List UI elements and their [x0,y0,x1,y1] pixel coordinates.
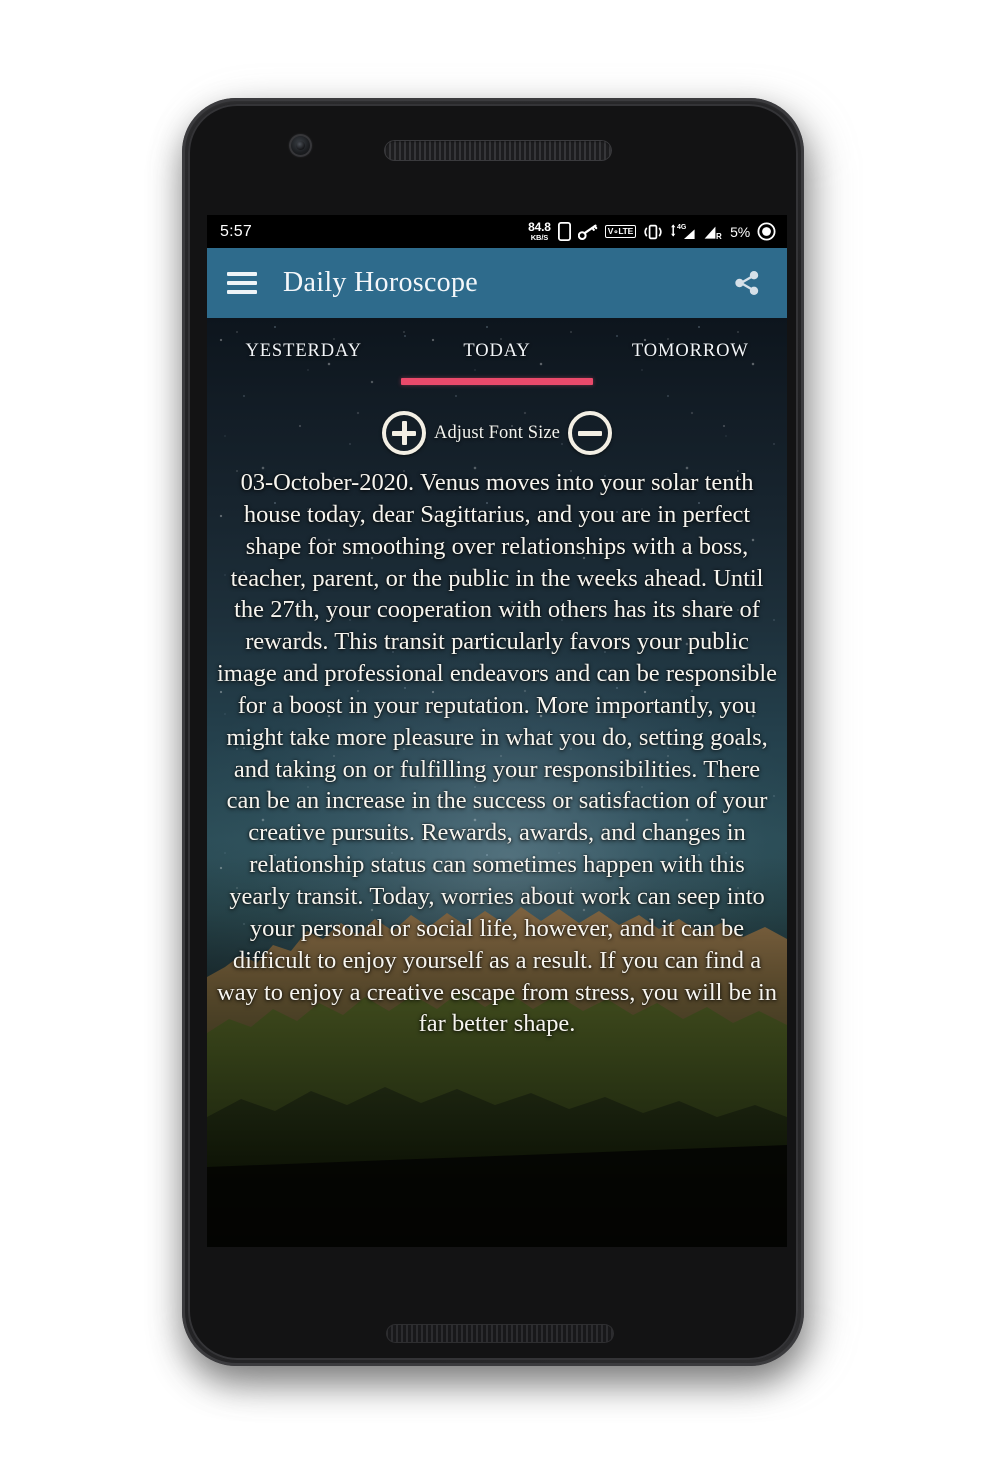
tab-today[interactable]: TODAY [400,318,593,388]
battery-icon [757,222,776,241]
page-title: Daily Horoscope [283,267,479,298]
tab-tomorrow[interactable]: TOMORROW [594,318,787,388]
tab-bar: YESTERDAY TODAY TOMORROW [207,318,787,388]
battery-percent-label: 5% [730,223,750,240]
screenshot-stage: 5:57 84.8 KB/S V∘LTE 4G R 5% Daily Horos… [0,0,1000,1478]
active-tab-indicator [400,378,593,385]
front-camera-icon [289,134,312,157]
network-speed-indicator: 84.8 KB/S [528,221,551,242]
svg-text:4G: 4G [677,224,687,231]
network-speed-unit: KB/S [530,233,549,243]
increase-font-size-button[interactable] [382,411,426,455]
tab-tomorrow-label: TOMORROW [631,340,749,361]
status-bar: 5:57 84.8 KB/S V∘LTE 4G R 5% [207,215,787,248]
phone-screen: 5:57 84.8 KB/S V∘LTE 4G R 5% Daily Horos… [207,215,787,1247]
font-size-controls: Adjust Font Size [207,411,787,455]
signal-4g-icon: 4G [671,224,695,239]
earpiece-speaker-grille [384,140,612,161]
tab-yesterday[interactable]: YESTERDAY [207,318,400,388]
vibrate-icon [644,224,662,239]
status-time: 5:57 [220,222,252,240]
svg-text:R: R [716,232,722,241]
horoscope-text: 03-October-2020. Venus moves into your s… [217,469,777,1038]
app-bar: Daily Horoscope [207,248,787,318]
content-area: YESTERDAY TODAY TOMORROW Adjust Font Siz… [207,318,787,1247]
decrease-font-size-button[interactable] [567,411,612,455]
key-icon [577,224,598,240]
share-icon [735,271,759,295]
tab-yesterday-label: YESTERDAY [245,340,362,361]
hamburger-menu-icon[interactable] [227,272,257,294]
signal-roaming-icon: R [704,226,722,241]
share-button[interactable] [729,265,765,301]
status-icons: 84.8 KB/S V∘LTE 4G R 5% [528,221,776,242]
font-size-label: Adjust Font Size [434,422,560,443]
bottom-speaker-grille [386,1324,614,1343]
network-speed-value: 84.8 [528,220,551,235]
tab-today-label: TODAY [463,340,531,361]
volte-icon: V∘LTE [604,225,637,238]
sim-card-icon [557,222,571,241]
